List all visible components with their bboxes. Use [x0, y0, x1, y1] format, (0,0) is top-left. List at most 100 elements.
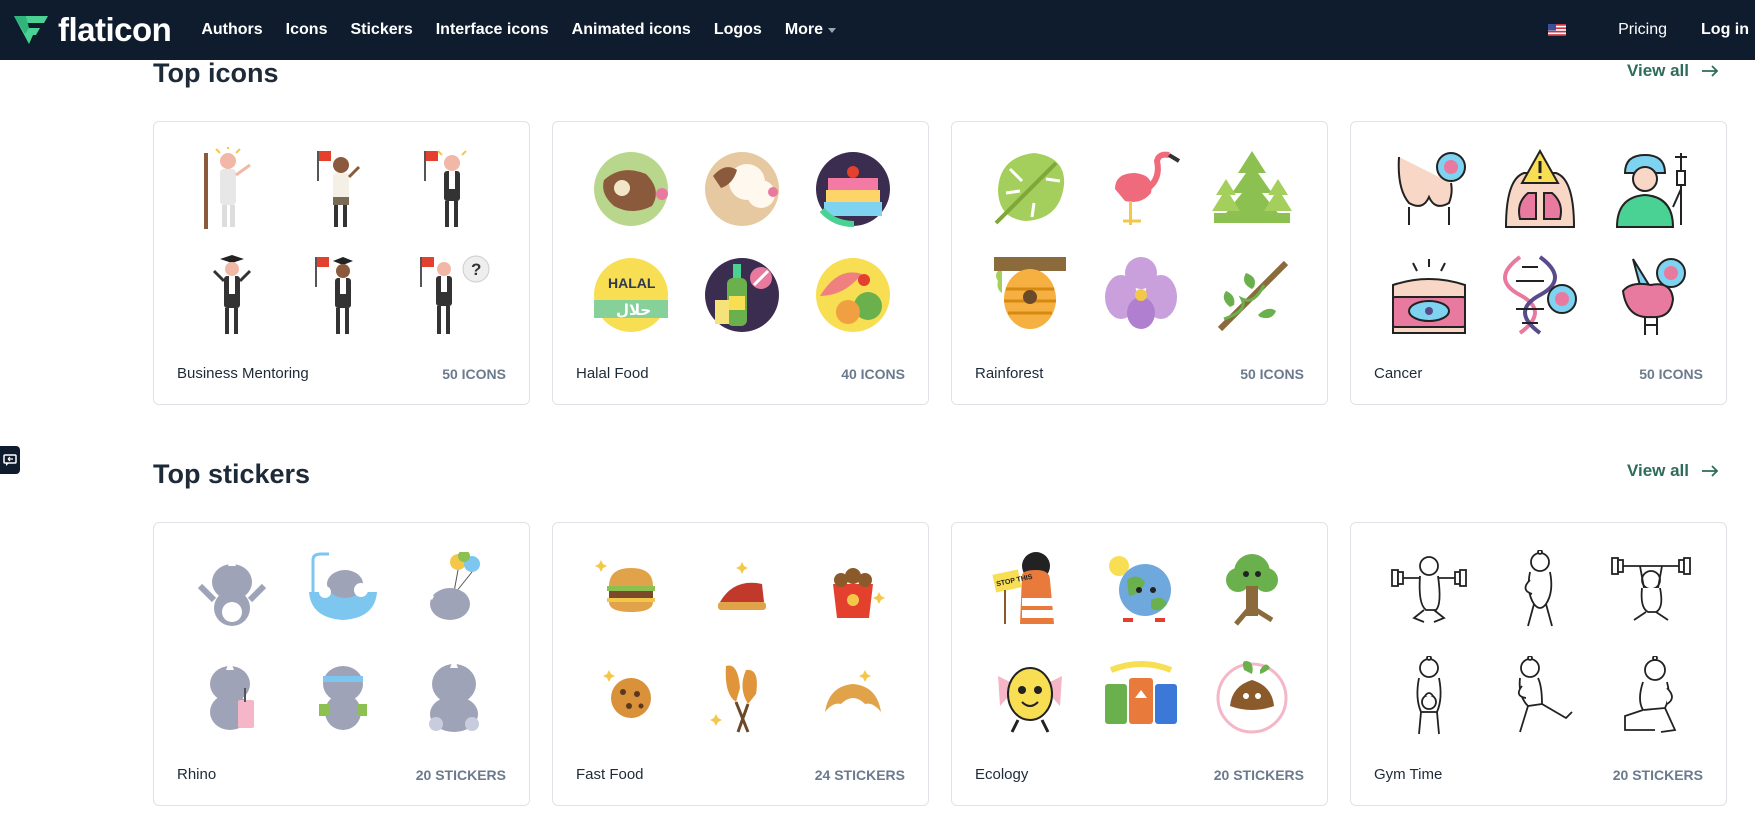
pack-name: Business Mentoring [177, 365, 309, 382]
top-icons-grid: ? Business Mentoring 50 ICONS HALAL حلال [153, 121, 1749, 405]
pack-name: Halal Food [576, 365, 649, 382]
nav-icons[interactable]: Icons [286, 21, 328, 39]
pack-card-rhino[interactable]: Rhino 20 STICKERS [153, 522, 530, 806]
skin-cancer-icon [1373, 242, 1484, 348]
cow-icon [575, 136, 686, 242]
pack-count: 20 STICKERS [1213, 767, 1304, 783]
view-all-icons-link[interactable]: View all [1627, 61, 1719, 81]
lemon-character-sticker [974, 643, 1085, 749]
protest-character-sticker: STOP THIS [974, 537, 1085, 643]
dna-icon [1484, 242, 1595, 348]
flamingo-icon [1085, 136, 1196, 242]
login-link[interactable]: Log in [1701, 21, 1749, 39]
pack-name: Gym Time [1374, 766, 1443, 783]
pack-card-gym-time[interactable]: Gym Time 20 STICKERS [1350, 522, 1727, 806]
stretching-sticker [1484, 537, 1595, 643]
pack-count: 20 STICKERS [415, 767, 506, 783]
pack-card-cancer[interactable]: Cancer 50 ICONS [1350, 121, 1727, 405]
top-stickers-title: Top stickers [153, 459, 311, 489]
vine-branch-icon [1196, 242, 1307, 348]
chevron-down-icon [828, 27, 837, 33]
recycling-bins-sticker [1085, 643, 1196, 749]
question-mentor-icon: ? [398, 242, 509, 348]
rhino-waving-sticker [176, 537, 287, 643]
us-flag-icon[interactable] [1548, 24, 1567, 36]
lung-warning-icon [1484, 136, 1595, 242]
fruits-icon [797, 242, 908, 348]
barbell-squat-sticker [1373, 537, 1484, 643]
pack-count: 50 ICONS [1639, 366, 1703, 382]
pack-card-fast-food[interactable]: Fast Food 24 STICKERS [552, 522, 929, 806]
top-navbar: flaticon Authors Icons Stickers Interfac… [0, 0, 1755, 60]
pack-thumbnails: ? [176, 136, 509, 348]
graduate-flag-icon [287, 242, 398, 348]
monstera-leaf-icon [974, 136, 1085, 242]
nav-interface-icons[interactable]: Interface icons [436, 21, 549, 39]
pricing-link[interactable]: Pricing [1618, 21, 1667, 39]
halal-badge-icon: HALAL حلال [575, 242, 686, 348]
pack-thumbnails [974, 136, 1307, 348]
cake-icon [797, 136, 908, 242]
rhino-sitting-sticker [398, 643, 509, 749]
breast-cancer-icon [1373, 136, 1484, 242]
nav-more[interactable]: More [784, 21, 837, 39]
view-all-label: View all [1626, 461, 1689, 480]
flaticon-logo[interactable]: flaticon [12, 0, 172, 60]
sheep-icon [686, 136, 797, 242]
pack-card-rainforest[interactable]: Rainforest 50 ICONS [951, 121, 1328, 405]
pack-thumbnails [1373, 136, 1706, 348]
pine-trees-icon [1196, 136, 1307, 242]
no-alcohol-icon [686, 242, 797, 348]
flaticon-logo-icon [14, 16, 48, 44]
kneeling-sticker [1595, 643, 1706, 749]
pack-thumbnails: HALAL حلال [575, 136, 908, 348]
cookie-sticker [575, 643, 686, 749]
pack-card-halal-food[interactable]: HALAL حلال Halal Food 40 ICONS [552, 121, 929, 405]
orchid-icon [1085, 242, 1196, 348]
pack-thumbnails: STOP THIS [974, 537, 1307, 749]
rhino-bathtub-sticker [287, 537, 398, 643]
rhino-exercise-sticker [287, 643, 398, 749]
view-all-stickers-link[interactable]: View all [1627, 461, 1719, 481]
nav-logos[interactable]: Logos [714, 21, 762, 39]
barbell-overhead-sticker [1595, 537, 1706, 643]
view-all-label: View all [1626, 61, 1689, 80]
burger-sticker [575, 537, 686, 643]
croissant-sticker [797, 643, 908, 749]
arrow-right-icon [1702, 465, 1719, 477]
beehive-icon [974, 242, 1085, 348]
lunge-sticker [1484, 643, 1595, 749]
nav-authors[interactable]: Authors [201, 21, 262, 39]
question-mark-text: ? [471, 260, 481, 279]
arrow-right-icon [1702, 65, 1719, 77]
pack-name: Rainforest [975, 365, 1044, 382]
header-right: Pricing Log in [1548, 0, 1755, 60]
pack-count: 24 STICKERS [814, 767, 905, 783]
pack-count: 20 STICKERS [1612, 767, 1703, 783]
mentor-staff-icon [176, 136, 287, 242]
pack-count: 50 ICONS [442, 366, 506, 382]
top-icons-title: Top icons [153, 58, 279, 88]
logo-text: flaticon [58, 11, 172, 48]
rhino-balloons-sticker [398, 537, 509, 643]
top-stickers-grid: Rhino 20 STICKERS Fast Food 24 STICKERS … [153, 522, 1749, 806]
nav-more-label: More [784, 21, 824, 38]
prostate-cancer-icon [1595, 242, 1706, 348]
pack-thumbnails [1373, 537, 1706, 749]
pack-card-business-mentoring[interactable]: ? Business Mentoring 50 ICONS [153, 121, 530, 405]
feedback-tab[interactable] [0, 446, 20, 474]
tree-character-sticker [1196, 537, 1307, 643]
kettlebell-sticker [1373, 643, 1484, 749]
nav-animated-icons[interactable]: Animated icons [572, 21, 691, 39]
save-earth-poop-sticker [1196, 643, 1307, 749]
main-nav: Authors Icons Stickers Interface icons A… [201, 21, 859, 39]
pack-card-ecology[interactable]: STOP THIS Ecology 20 STICKERS [951, 522, 1328, 806]
rhino-drink-sticker [176, 643, 287, 749]
pack-name: Fast Food [576, 766, 644, 783]
nav-stickers[interactable]: Stickers [350, 21, 412, 39]
pack-thumbnails [575, 537, 908, 749]
pack-name: Rhino [177, 766, 217, 783]
graduate-mentor-icon [176, 242, 287, 348]
pie-slice-sticker [686, 537, 797, 643]
pack-count: 50 ICONS [1240, 366, 1304, 382]
